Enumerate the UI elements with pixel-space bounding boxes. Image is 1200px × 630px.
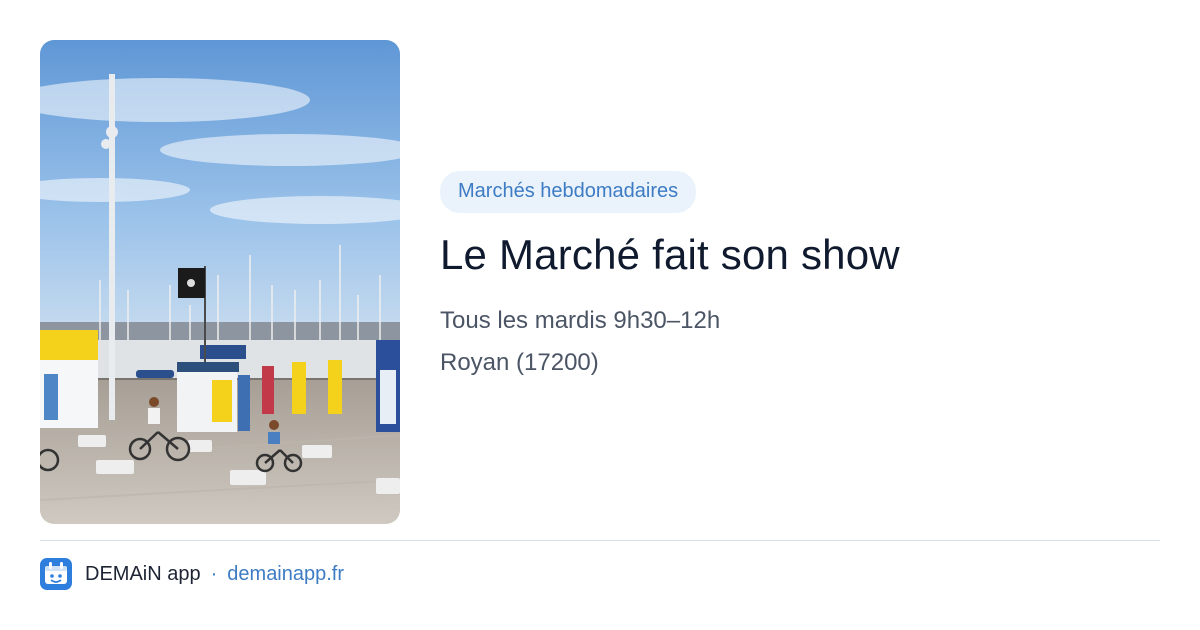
footer: DEMAiN app · demainapp.fr: [40, 557, 344, 591]
event-location: Royan (17200): [440, 349, 599, 376]
demain-app-icon: [40, 558, 72, 590]
event-title: Le Marché fait son show: [440, 231, 900, 278]
event-schedule: Tous les mardis 9h30–12h: [440, 307, 721, 334]
footer-divider: [40, 540, 1160, 541]
site-link[interactable]: demainapp.fr: [227, 563, 344, 586]
category-badge[interactable]: Marchés hebdomadaires: [440, 171, 697, 213]
footer-separator: ·: [210, 562, 218, 585]
event-photo: [40, 40, 400, 524]
app-name: DEMAiN app: [85, 562, 201, 585]
event-details: Marchés hebdomadaires Le Marché fait son…: [440, 171, 1160, 377]
